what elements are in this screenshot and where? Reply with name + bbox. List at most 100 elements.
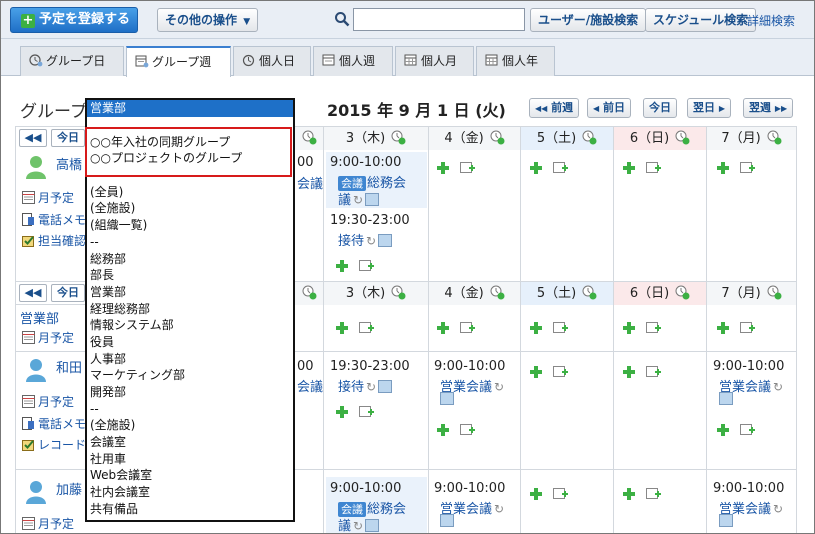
- tab-group-week[interactable]: グループ週: [126, 46, 231, 77]
- add-event-icon[interactable]: [335, 405, 349, 419]
- prev-week-button[interactable]: ◀◀ 前週: [529, 98, 580, 118]
- add-event-icon[interactable]: [436, 321, 450, 335]
- event-title-cont[interactable]: 議 ↻: [338, 189, 380, 208]
- add-memo-icon[interactable]: [646, 160, 662, 175]
- add-facility-icon[interactable]: [675, 285, 690, 300]
- add-facility-icon[interactable]: [582, 285, 597, 300]
- add-facility-icon[interactable]: [302, 285, 317, 300]
- prev-day-button[interactable]: ◀ 前日: [587, 98, 631, 118]
- event-title[interactable]: 接待 ↻: [338, 230, 393, 249]
- add-facility-icon[interactable]: [302, 130, 317, 145]
- add-facility-icon[interactable]: [767, 285, 782, 300]
- add-facility-icon[interactable]: [582, 130, 597, 145]
- add-memo-icon[interactable]: [740, 320, 756, 335]
- group-name-link[interactable]: 営業部: [20, 308, 59, 327]
- add-event-icon[interactable]: [335, 321, 349, 335]
- tanto-kakunin-link[interactable]: 担当確認: [22, 232, 86, 249]
- dropdown-option[interactable]: 経理総務部: [87, 301, 293, 318]
- add-memo-icon[interactable]: [460, 160, 476, 175]
- add-memo-icon[interactable]: [553, 160, 569, 175]
- user-name-link[interactable]: 和田: [56, 357, 82, 376]
- record-link[interactable]: レコード: [22, 436, 86, 453]
- add-memo-icon[interactable]: [359, 258, 375, 273]
- dropdown-option[interactable]: 総務部: [87, 251, 293, 268]
- search-input[interactable]: [353, 8, 525, 31]
- tab-personal-week[interactable]: 個人週: [313, 46, 393, 76]
- add-event-icon[interactable]: [436, 161, 450, 175]
- add-event-icon[interactable]: [529, 321, 543, 335]
- schedule-search-button[interactable]: スケジュール検索: [645, 8, 757, 32]
- add-event-icon[interactable]: [529, 365, 543, 379]
- dropdown-selected-option[interactable]: 営業部: [87, 100, 293, 117]
- add-facility-icon[interactable]: [490, 130, 505, 145]
- next-day-button[interactable]: 翌日 ▶: [687, 98, 731, 118]
- add-facility-icon[interactable]: [767, 130, 782, 145]
- user-name-link[interactable]: 加藤: [56, 479, 82, 498]
- add-event-icon[interactable]: [716, 161, 730, 175]
- add-event-icon[interactable]: [622, 365, 636, 379]
- event-title[interactable]: 接待 ↻: [338, 376, 393, 395]
- add-event-icon[interactable]: [716, 423, 730, 437]
- add-memo-icon[interactable]: [359, 404, 375, 419]
- dropdown-option[interactable]: --: [87, 401, 293, 418]
- dropdown-option[interactable]: --: [87, 167, 293, 184]
- dropdown-option[interactable]: Web会議室: [87, 467, 293, 484]
- add-memo-icon[interactable]: [646, 486, 662, 501]
- register-schedule-button[interactable]: + 予定を登録する: [10, 7, 138, 33]
- add-memo-icon[interactable]: [553, 486, 569, 501]
- user-name-link[interactable]: 高橋: [56, 154, 82, 173]
- prev-button[interactable]: ◀◀: [19, 129, 47, 147]
- dropdown-option[interactable]: 社用車: [87, 451, 293, 468]
- add-event-icon[interactable]: [716, 321, 730, 335]
- add-memo-icon[interactable]: [646, 320, 662, 335]
- dropdown-option[interactable]: (組織一覧): [87, 217, 293, 234]
- detail-search-link[interactable]: 詳細検索: [747, 12, 795, 29]
- today-button[interactable]: 今日: [643, 98, 677, 118]
- add-event-icon[interactable]: [622, 321, 636, 335]
- event-title[interactable]: 会議: [297, 376, 323, 395]
- dropdown-option[interactable]: 部長: [87, 267, 293, 284]
- add-event-icon[interactable]: [529, 487, 543, 501]
- tab-personal-month[interactable]: 個人月: [395, 46, 474, 76]
- add-memo-icon[interactable]: [359, 320, 375, 335]
- add-memo-icon[interactable]: [553, 320, 569, 335]
- dropdown-option[interactable]: (全員): [87, 184, 293, 201]
- dropdown-option[interactable]: (全施設): [87, 417, 293, 434]
- dropdown-blank-option[interactable]: [87, 117, 293, 134]
- phone-memo-link[interactable]: 電話メモ: [22, 415, 86, 432]
- monthly-plan-link[interactable]: 月予定: [22, 515, 74, 532]
- monthly-plan-link[interactable]: 月予定: [22, 393, 74, 410]
- dropdown-option[interactable]: 営業部: [87, 284, 293, 301]
- monthly-plan-link[interactable]: 月予定: [22, 329, 74, 346]
- today-small-button[interactable]: 今日: [51, 129, 85, 147]
- add-memo-icon[interactable]: [646, 364, 662, 379]
- tab-personal-year[interactable]: 個人年: [476, 46, 555, 76]
- dropdown-option[interactable]: 共有備品: [87, 501, 293, 518]
- user-facility-search-button[interactable]: ユーザー/施設検索: [530, 8, 647, 32]
- add-memo-icon[interactable]: [740, 160, 756, 175]
- add-event-icon[interactable]: [622, 487, 636, 501]
- add-facility-icon[interactable]: [391, 285, 406, 300]
- next-week-button[interactable]: 翌週 ▶▶: [743, 98, 794, 118]
- phone-memo-link[interactable]: 電話メモ: [22, 211, 86, 228]
- add-memo-icon[interactable]: [460, 320, 476, 335]
- dropdown-option[interactable]: ○○年入社の同期グループ: [87, 134, 293, 151]
- dropdown-option[interactable]: 役員: [87, 334, 293, 351]
- dropdown-option[interactable]: 開発部: [87, 384, 293, 401]
- add-event-icon[interactable]: [529, 161, 543, 175]
- dropdown-option[interactable]: 情報システム部: [87, 317, 293, 334]
- group-select-dropdown[interactable]: 営業部 ○○年入社の同期グループ ○○プロジェクトのグループ -- (全員) (全施設)…: [85, 98, 295, 522]
- tab-personal-day[interactable]: 個人日: [233, 46, 311, 76]
- add-facility-icon[interactable]: [675, 130, 690, 145]
- add-memo-icon[interactable]: [553, 364, 569, 379]
- event-title-cont[interactable]: 議 ↻: [338, 515, 380, 533]
- dropdown-option[interactable]: 人事部: [87, 351, 293, 368]
- dropdown-option[interactable]: --: [87, 234, 293, 251]
- tab-group-day[interactable]: グループ日: [20, 46, 124, 76]
- event-title[interactable]: 会議: [297, 173, 323, 192]
- add-facility-icon[interactable]: [391, 130, 406, 145]
- add-event-icon[interactable]: [622, 161, 636, 175]
- other-operations-button[interactable]: その他の操作 ▼: [157, 8, 259, 32]
- dropdown-option[interactable]: マーケティング部: [87, 367, 293, 384]
- add-event-icon[interactable]: [436, 423, 450, 437]
